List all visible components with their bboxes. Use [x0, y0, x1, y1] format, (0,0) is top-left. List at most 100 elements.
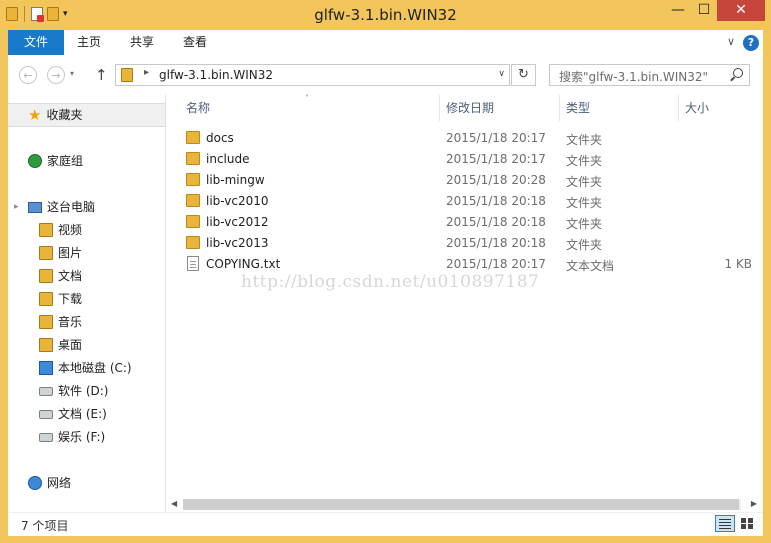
nav-item-drive-c[interactable]: 本地磁盘 (C:): [39, 358, 132, 378]
file-type: 文本文档: [566, 259, 615, 273]
refresh-button[interactable]: ↻: [511, 64, 536, 86]
status-bar: 7 个项目: [8, 512, 763, 536]
nav-item-drive-e[interactable]: 文档 (E:): [39, 404, 107, 424]
up-button[interactable]: ↑: [95, 66, 108, 84]
desktop-folder-icon: [39, 338, 53, 352]
horizontal-scrollbar[interactable]: ◀ ▶: [166, 496, 763, 512]
nav-item-network[interactable]: 网络: [28, 473, 71, 493]
tab-view[interactable]: 查看: [174, 30, 216, 54]
column-header-modified[interactable]: 修改日期: [446, 95, 494, 121]
file-name: lib-mingw: [206, 173, 265, 187]
table-row[interactable]: docs 2015/1/18 20:17 文件夹: [166, 128, 763, 149]
folder-icon: [186, 131, 200, 144]
column-header-type[interactable]: 类型: [566, 95, 590, 121]
sort-arrow-icon: ˄: [305, 94, 309, 103]
tab-share[interactable]: 共享: [121, 30, 163, 54]
tab-home[interactable]: 主页: [68, 30, 110, 54]
file-name: lib-vc2012: [206, 215, 269, 229]
column-header-size[interactable]: 大小: [685, 95, 709, 121]
expand-arrow-icon[interactable]: ▸: [14, 197, 23, 217]
file-modified: 2015/1/18 20:28: [446, 173, 546, 187]
system-drive-icon: [39, 361, 53, 375]
nav-item-label: 娱乐 (F:): [58, 430, 106, 444]
nav-item-desktop[interactable]: 桌面: [39, 335, 82, 355]
nav-item-label: 图片: [58, 246, 83, 260]
expand-ribbon-icon[interactable]: ∨: [727, 35, 735, 48]
documents-folder-icon: [39, 269, 53, 283]
star-icon: ★: [28, 106, 42, 124]
recent-locations-icon[interactable]: ▾: [70, 69, 74, 78]
nav-item-label: 本地磁盘 (C:): [58, 361, 132, 375]
nav-item-homegroup[interactable]: 家庭组: [28, 151, 83, 171]
search-icon[interactable]: [733, 68, 743, 78]
downloads-folder-icon: [39, 292, 53, 306]
window-title: glfw-3.1.bin.WIN32: [314, 6, 457, 24]
help-icon[interactable]: ?: [743, 35, 759, 51]
nav-item-this-pc[interactable]: ▸ 这台电脑: [14, 197, 95, 217]
scroll-thumb[interactable]: [183, 499, 739, 510]
nav-item-label: 音乐: [58, 315, 83, 329]
folder-icon: [186, 215, 200, 228]
file-type: 文件夹: [566, 133, 603, 147]
file-name: include: [206, 152, 250, 166]
address-row: ← → ▾ ↑ ▸ glfw-3.1.bin.WIN32 ∨ ↻ 搜索"glfw…: [8, 58, 763, 95]
explorer-window: ▾ glfw-3.1.bin.WIN32 — ☐ ✕ 文件 主页 共享 查看 ∨…: [0, 0, 771, 543]
scroll-right-icon[interactable]: ▶: [751, 499, 757, 508]
back-button[interactable]: ←: [19, 66, 37, 84]
column-divider[interactable]: [678, 95, 679, 121]
column-divider[interactable]: [439, 95, 440, 121]
forward-button[interactable]: →: [47, 66, 65, 84]
nav-item-label: 视频: [58, 223, 83, 237]
nav-item-music[interactable]: 音乐: [39, 312, 82, 332]
breadcrumb[interactable]: glfw-3.1.bin.WIN32: [159, 68, 273, 82]
nav-item-drive-f[interactable]: 娱乐 (F:): [39, 427, 105, 447]
nav-item-favorites[interactable]: ★ 收藏夹: [28, 105, 82, 125]
nav-item-label: 收藏夹: [46, 108, 83, 122]
breadcrumb-chevron-icon[interactable]: ▸: [144, 67, 149, 78]
file-modified: 2015/1/18 20:18: [446, 215, 546, 229]
homegroup-icon: [28, 154, 42, 168]
title-bar: ▾ glfw-3.1.bin.WIN32 — ☐ ✕: [0, 0, 771, 30]
nav-item-documents[interactable]: 文档: [39, 266, 82, 286]
nav-item-label: 下载: [58, 292, 83, 306]
file-type: 文件夹: [566, 238, 603, 252]
column-header-name[interactable]: 名称: [186, 95, 210, 121]
scroll-left-icon[interactable]: ◀: [171, 499, 177, 508]
file-type: 文件夹: [566, 196, 603, 210]
file-type: 文件夹: [566, 217, 603, 231]
file-modified: 2015/1/18 20:17: [446, 131, 546, 145]
large-icons-view-icon[interactable]: [738, 515, 758, 532]
table-row[interactable]: lib-vc2010 2015/1/18 20:18 文件夹: [166, 191, 763, 212]
file-name: lib-vc2010: [206, 194, 269, 208]
tab-file[interactable]: 文件: [8, 30, 64, 55]
file-name: docs: [206, 131, 234, 145]
details-view-icon[interactable]: [715, 515, 735, 532]
nav-item-downloads[interactable]: 下载: [39, 289, 82, 309]
column-divider[interactable]: [559, 95, 560, 121]
table-row[interactable]: lib-vc2012 2015/1/18 20:18 文件夹: [166, 212, 763, 233]
nav-item-pictures[interactable]: 图片: [39, 243, 82, 263]
nav-item-label: 软件 (D:): [58, 384, 109, 398]
nav-item-videos[interactable]: 视频: [39, 220, 82, 240]
close-button[interactable]: ✕: [717, 0, 765, 21]
table-row[interactable]: include 2015/1/18 20:17 文件夹: [166, 149, 763, 170]
file-name: COPYING.txt: [206, 257, 281, 271]
watermark-text: http://blog.csdn.net/u010897187: [241, 272, 540, 292]
address-bar[interactable]: ▸ glfw-3.1.bin.WIN32 ∨: [115, 64, 510, 86]
file-type: 文件夹: [566, 154, 603, 168]
minimize-button[interactable]: —: [665, 0, 691, 21]
table-row[interactable]: lib-vc2013 2015/1/18 20:18 文件夹: [166, 233, 763, 254]
nav-item-drive-d[interactable]: 软件 (D:): [39, 381, 108, 401]
table-row[interactable]: lib-mingw 2015/1/18 20:28 文件夹: [166, 170, 763, 191]
file-modified: 2015/1/18 20:17: [446, 257, 546, 271]
item-count: 7 个项目: [21, 519, 69, 533]
nav-item-label: 文档: [58, 269, 83, 283]
maximize-button[interactable]: ☐: [691, 0, 717, 21]
file-modified: 2015/1/18 20:18: [446, 194, 546, 208]
address-dropdown-icon[interactable]: ∨: [498, 69, 505, 79]
network-icon: [28, 476, 42, 490]
music-folder-icon: [39, 315, 53, 329]
search-input[interactable]: 搜索"glfw-3.1.bin.WIN32": [549, 64, 750, 86]
ribbon-tabs: 文件 主页 共享 查看 ∨ ?: [8, 30, 763, 59]
text-file-icon: [187, 256, 199, 271]
